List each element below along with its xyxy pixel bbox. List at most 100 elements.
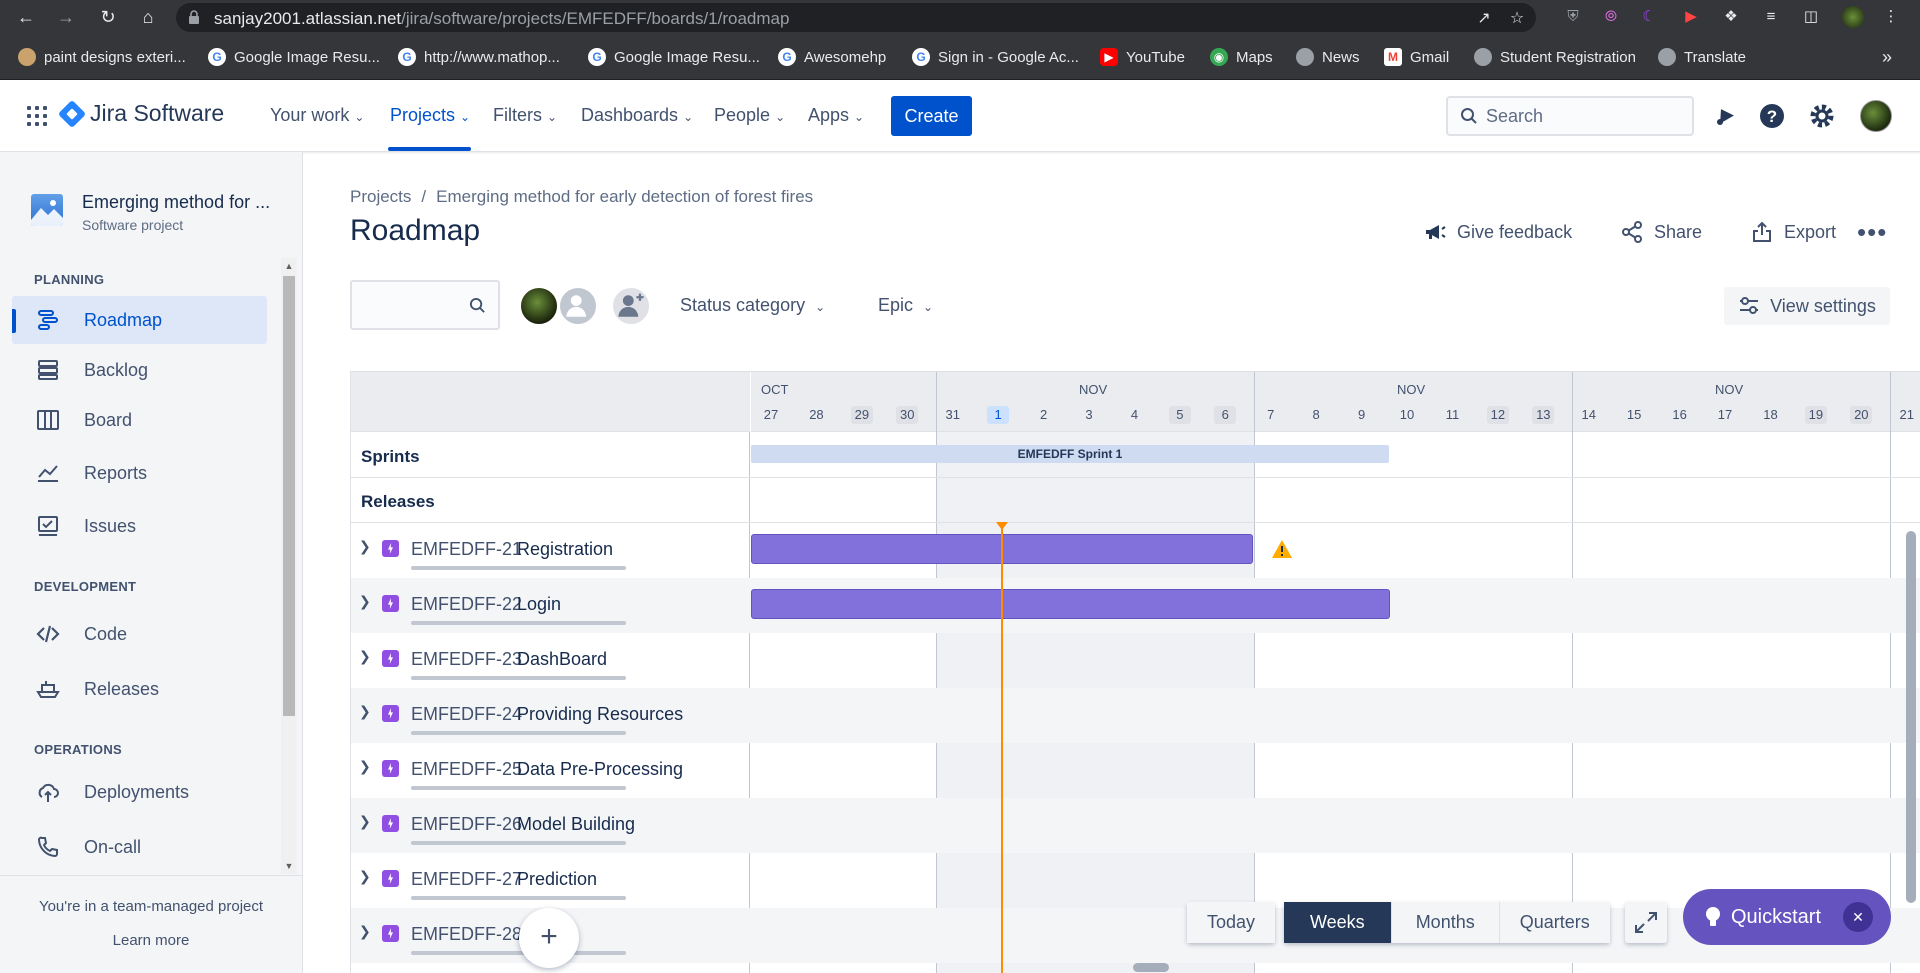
bookmark-item[interactable]: ◉ Maps <box>1210 45 1273 69</box>
epic-name[interactable]: Providing Resources <box>517 704 683 725</box>
vertical-scrollbar-thumb[interactable] <box>1906 531 1916 903</box>
bookmark-item[interactable]: G Google Image Resu... <box>208 45 380 69</box>
epic-key[interactable]: EMFEDFF-24 <box>411 704 522 725</box>
epic-name[interactable]: Model Building <box>517 814 635 835</box>
epic-name[interactable]: Registration <box>517 539 613 560</box>
sidebar-item-code[interactable]: Code <box>12 610 267 658</box>
nav-your-work[interactable]: Your work ⌄ <box>270 105 364 126</box>
help-icon[interactable]: ? <box>1758 102 1786 130</box>
nav-filters[interactable]: Filters ⌄ <box>493 105 557 126</box>
scrollbar-thumb[interactable] <box>283 276 295 716</box>
zoom-weeks[interactable]: Weeks <box>1284 902 1392 943</box>
project-name[interactable]: Emerging method for ... <box>82 192 277 213</box>
address-bar[interactable]: sanjay2001.atlassian.net/jira/software/p… <box>176 3 1536 32</box>
more-actions-icon[interactable]: ••• <box>1857 219 1887 245</box>
chevron-right-icon[interactable]: ❯ <box>359 648 373 668</box>
nav-projects[interactable]: Projects ⌄ <box>390 105 470 126</box>
zoom-quarters[interactable]: Quarters <box>1499 902 1610 943</box>
status-category-filter[interactable]: Status category ⌄ <box>680 295 825 316</box>
epic-name[interactable]: Data Pre-Processing <box>517 759 683 780</box>
bookmark-item[interactable]: G Google Image Resu... <box>588 45 760 69</box>
epic-key[interactable]: EMFEDFF-21 <box>411 539 522 560</box>
sidebar-item-on-call[interactable]: On-call <box>12 823 267 871</box>
add-people-icon[interactable] <box>611 286 651 326</box>
create-button[interactable]: Create <box>891 96 972 136</box>
quickstart-button[interactable]: Quickstart ✕ <box>1683 889 1891 945</box>
shield-extension-icon[interactable]: ⛨ <box>1562 6 1584 28</box>
epic-name[interactable]: Login <box>517 594 561 615</box>
fullscreen-button[interactable] <box>1625 902 1667 943</box>
sidebar-item-board[interactable]: Board <box>12 396 267 444</box>
notifications-icon[interactable] <box>1711 102 1739 130</box>
chevron-right-icon[interactable]: ❯ <box>359 703 373 723</box>
epic-key[interactable]: EMFEDFF-25 <box>411 759 522 780</box>
epic-name[interactable]: DashBoard <box>517 649 607 670</box>
add-epic-button[interactable]: + <box>519 908 579 968</box>
epic-key[interactable]: EMFEDFF-28 <box>411 924 522 945</box>
epic-key[interactable]: EMFEDFF-23 <box>411 649 522 670</box>
epic-item[interactable]: ❯ EMFEDFF-21 Registration <box>351 523 750 578</box>
scroll-down-arrow-icon[interactable]: ▼ <box>284 861 294 871</box>
sidebar-item-issues[interactable]: Issues <box>12 502 267 550</box>
export-button[interactable]: Export <box>1750 220 1836 244</box>
view-settings-button[interactable]: View settings <box>1724 287 1890 325</box>
assignee-avatar[interactable] <box>519 286 559 326</box>
sidebar-item-deployments[interactable]: Deployments <box>12 768 267 816</box>
epic-item[interactable]: ❯ EMFEDFF-22 Login <box>351 578 750 633</box>
forward-icon[interactable]: → <box>54 5 78 29</box>
epic-filter[interactable]: Epic ⌄ <box>878 295 933 316</box>
sidebar-item-roadmap[interactable]: Roadmap <box>12 296 267 344</box>
video-extension-icon[interactable]: ▶ <box>1680 6 1702 28</box>
app-switcher-icon[interactable] <box>27 106 47 126</box>
today-button[interactable]: Today <box>1187 902 1276 943</box>
bookmark-item[interactable]: Student Registration <box>1474 45 1636 69</box>
epic-key[interactable]: EMFEDFF-26 <box>411 814 522 835</box>
nav-people[interactable]: People ⌄ <box>714 105 785 126</box>
share-button[interactable]: Share <box>1620 220 1702 244</box>
epic-name[interactable]: Prediction <box>517 869 597 890</box>
epic-key[interactable]: EMFEDFF-22 <box>411 594 522 615</box>
epic-item[interactable]: ❯ EMFEDFF-27 Prediction <box>351 853 750 908</box>
bookmark-item[interactable]: G Awesomehp <box>778 45 886 69</box>
bookmark-item[interactable]: paint designs exteri... <box>18 45 186 69</box>
search-input[interactable] <box>1486 105 1676 127</box>
chevron-right-icon[interactable]: ❯ <box>359 758 373 778</box>
bookmark-item[interactable]: M Gmail <box>1384 45 1449 69</box>
settings-gear-icon[interactable] <box>1808 102 1836 130</box>
media-queue-icon[interactable]: ≡ <box>1760 6 1782 28</box>
bookmark-item[interactable]: News <box>1296 45 1360 69</box>
epic-item[interactable]: ❯ EMFEDFF-25 Data Pre-Processing <box>351 743 750 798</box>
bookmark-item[interactable]: Translate <box>1658 45 1746 69</box>
global-search[interactable] <box>1446 96 1694 136</box>
jira-logo[interactable]: Jira Software <box>57 99 224 128</box>
moon-extension-icon[interactable]: ☾ <box>1638 6 1660 28</box>
chevron-right-icon[interactable]: ❯ <box>359 538 373 558</box>
sidebar-item-reports[interactable]: Reports <box>12 449 267 497</box>
zoom-months[interactable]: Months <box>1391 902 1500 943</box>
user-avatar[interactable] <box>1860 100 1892 132</box>
scroll-up-arrow-icon[interactable]: ▲ <box>284 261 294 271</box>
epic-key[interactable]: EMFEDFF-27 <box>411 869 522 890</box>
chevron-right-icon[interactable]: ❯ <box>359 593 373 613</box>
home-icon[interactable]: ⌂ <box>136 5 160 29</box>
bookmark-item[interactable]: ▶ YouTube <box>1100 45 1185 69</box>
close-icon[interactable]: ✕ <box>1843 902 1873 932</box>
share-page-icon[interactable]: ↗ <box>1473 8 1495 30</box>
browser-menu-icon[interactable]: ⋮ <box>1880 6 1902 28</box>
compass-extension-icon[interactable]: ⦾ <box>1600 6 1622 28</box>
reload-icon[interactable]: ↻ <box>96 5 120 29</box>
horizontal-scrollbar-thumb[interactable] <box>1133 963 1169 972</box>
bookmark-star-icon[interactable]: ☆ <box>1506 8 1528 30</box>
bookmark-item[interactable]: Ghttp://www.mathop... <box>398 45 560 69</box>
chevron-right-icon[interactable]: ❯ <box>359 923 373 943</box>
unassigned-avatar-icon[interactable] <box>558 286 598 326</box>
chevron-right-icon[interactable]: ❯ <box>359 868 373 888</box>
breadcrumb-project[interactable]: Emerging method for early detection of f… <box>436 187 813 206</box>
nav-apps[interactable]: Apps ⌄ <box>808 105 864 126</box>
epic-item[interactable]: ❯ EMFEDFF-24 Providing Resources <box>351 688 750 743</box>
give-feedback-button[interactable]: Give feedback <box>1423 220 1572 244</box>
sidebar-item-backlog[interactable]: Backlog <box>12 346 267 394</box>
breadcrumb-projects[interactable]: Projects <box>350 187 411 206</box>
learn-more-link[interactable]: Learn more <box>0 932 302 949</box>
extensions-puzzle-icon[interactable]: ❖ <box>1720 6 1742 28</box>
